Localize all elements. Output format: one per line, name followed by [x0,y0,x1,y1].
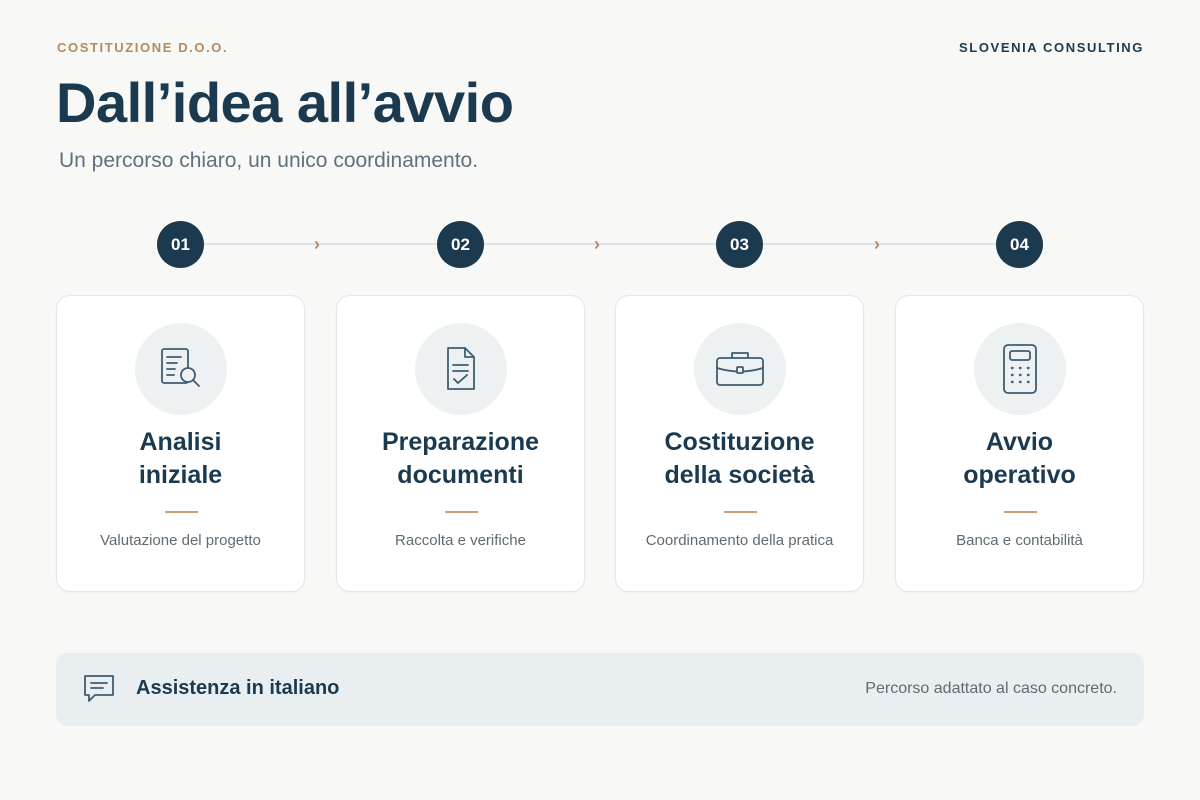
step-title: Avvio operativo [963,428,1076,489]
eyebrow-label: COSTITUZIONE D.O.O. [57,40,229,55]
timeline-arrow-icon: › [314,234,320,254]
step-timeline: › › › 01 02 03 04 [0,221,1200,269]
step-number-badge: 04 [996,221,1043,268]
banner-note: Percorso adattato al caso concreto. [865,680,1117,697]
timeline-connector [203,243,437,245]
card-divider [724,511,757,513]
assistance-banner: Assistenza in italiano Percorso adattato… [56,653,1144,726]
briefcase-icon [694,323,786,415]
step-description: Valutazione del progetto [100,532,261,549]
banner-title: Assistenza in italiano [136,677,340,699]
document-check-icon [415,323,507,415]
step-title: Preparazione documenti [381,428,539,489]
timeline-arrow-icon: › [594,234,600,254]
step-description: Banca e contabilità [956,532,1083,549]
timeline-arrow-icon: › [874,234,880,254]
step-title: Costituzione della società [664,428,815,489]
page-subtitle: Un percorso chiaro, un unico coordinamen… [59,149,479,172]
page-title: Dall’idea all’avvio [56,71,514,134]
card-divider [165,511,198,513]
calculator-icon [974,323,1066,415]
step-description: Raccolta e verifiche [395,532,526,549]
timeline-connector [483,243,717,245]
step-card-avvio: Avvio operativo Banca e contabilità [895,295,1144,592]
document-search-icon [135,323,227,415]
step-number-badge: 02 [437,221,484,268]
brand-name: SLOVENIA CONSULTING [959,40,1144,55]
card-divider [445,511,478,513]
step-card-costituzione: Costituzione della società Coordinamento… [615,295,864,592]
step-card-preparazione: Preparazione documenti Raccolta e verifi… [336,295,585,592]
chat-icon [82,673,116,705]
step-card-analisi: Analisi iniziale Valutazione del progett… [56,295,305,592]
step-number-badge: 01 [157,221,204,268]
step-cards: Analisi iniziale Valutazione del progett… [56,295,1144,592]
step-number-badge: 03 [716,221,763,268]
step-title: Analisi iniziale [138,428,223,489]
step-description: Coordinamento della pratica [645,532,834,549]
card-divider [1004,511,1037,513]
timeline-connector [763,243,997,245]
